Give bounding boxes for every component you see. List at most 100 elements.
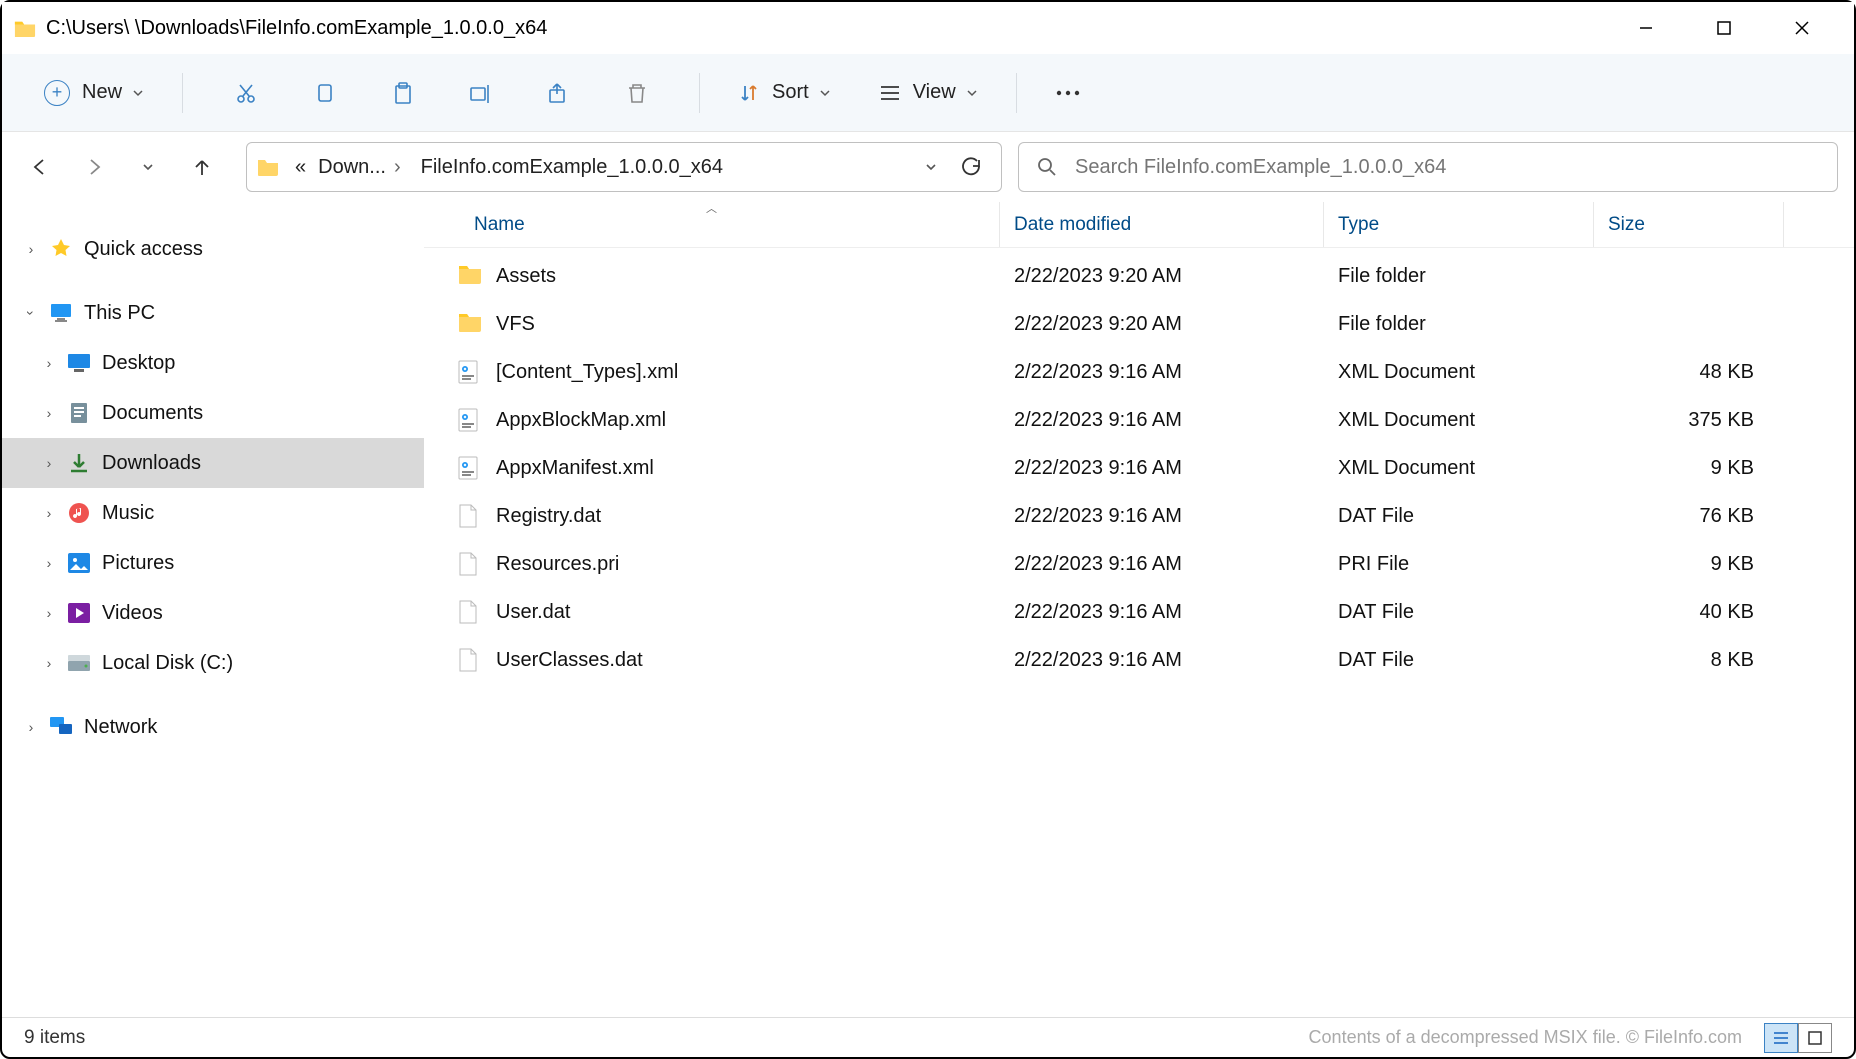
file-date: 2/22/2023 9:16 AM: [1000, 553, 1324, 576]
chevron-down-icon: [966, 87, 978, 99]
sidebar-item-desktop[interactable]: › Desktop: [2, 338, 424, 388]
sidebar-item-local-disk[interactable]: › Local Disk (C:): [2, 638, 424, 688]
file-name: AppxManifest.xml: [496, 457, 654, 480]
minimize-button[interactable]: [1624, 8, 1668, 48]
back-button[interactable]: [20, 147, 60, 187]
view-button[interactable]: View: [865, 71, 992, 115]
file-row[interactable]: VFS2/22/2023 9:20 AMFile folder: [424, 300, 1854, 348]
sidebar-item-label: Desktop: [102, 352, 175, 375]
file-type: File folder: [1324, 265, 1594, 288]
music-icon: [66, 500, 92, 526]
file-date: 2/22/2023 9:16 AM: [1000, 457, 1324, 480]
close-button[interactable]: [1780, 8, 1824, 48]
breadcrumb-parent[interactable]: Down...›: [312, 156, 414, 179]
cut-button[interactable]: [221, 71, 271, 115]
sidebar-item-label: Downloads: [102, 452, 201, 475]
sort-ascending-icon: ︿: [706, 202, 717, 216]
file-row[interactable]: UserClasses.dat2/22/2023 9:16 AMDAT File…: [424, 636, 1854, 684]
chevron-right-icon: ›: [20, 241, 42, 257]
file-row[interactable]: User.dat2/22/2023 9:16 AMDAT File40 KB: [424, 588, 1854, 636]
maximize-button[interactable]: [1702, 8, 1746, 48]
chevron-right-icon: ›: [38, 355, 60, 371]
file-date: 2/22/2023 9:16 AM: [1000, 601, 1324, 624]
folder-icon: [458, 264, 482, 288]
refresh-button[interactable]: [951, 147, 991, 187]
status-bar: 9 items Contents of a decompressed MSIX …: [2, 1017, 1854, 1057]
sidebar: › Quick access › This PC › Desktop › Doc…: [2, 202, 424, 1017]
thumbnails-view-button[interactable]: [1798, 1023, 1832, 1053]
recent-dropdown[interactable]: [128, 147, 168, 187]
file-row[interactable]: AppxBlockMap.xml2/22/2023 9:16 AMXML Doc…: [424, 396, 1854, 444]
chevron-right-icon: ›: [38, 405, 60, 421]
column-header-size[interactable]: Size: [1594, 202, 1784, 247]
monitor-icon: [48, 300, 74, 326]
file-date: 2/22/2023 9:20 AM: [1000, 265, 1324, 288]
share-button[interactable]: [533, 71, 583, 115]
address-bar[interactable]: « Down...› FileInfo.comExample_1.0.0.0_x…: [246, 142, 1002, 192]
sidebar-item-videos[interactable]: › Videos: [2, 588, 424, 638]
column-label: Name: [474, 214, 525, 236]
file-row[interactable]: [Content_Types].xml2/22/2023 9:16 AMXML …: [424, 348, 1854, 396]
rename-button[interactable]: [455, 71, 505, 115]
file-size: 48 KB: [1594, 361, 1784, 384]
title-bar: C:\Users\ \Downloads\FileInfo.comExample…: [2, 2, 1854, 54]
sidebar-quick-access[interactable]: › Quick access: [2, 224, 424, 274]
search-box[interactable]: [1018, 142, 1838, 192]
sidebar-network[interactable]: › Network: [2, 702, 424, 752]
address-dropdown[interactable]: [911, 147, 951, 187]
file-name: Resources.pri: [496, 553, 619, 576]
details-view-button[interactable]: [1764, 1023, 1798, 1053]
toolbar: + New Sort View: [2, 54, 1854, 132]
sidebar-this-pc[interactable]: › This PC: [2, 288, 424, 338]
sidebar-item-downloads[interactable]: › Downloads: [2, 438, 424, 488]
file-row[interactable]: Registry.dat2/22/2023 9:16 AMDAT File76 …: [424, 492, 1854, 540]
chevron-right-icon: ›: [38, 555, 60, 571]
forward-button[interactable]: [74, 147, 114, 187]
file-row[interactable]: Assets2/22/2023 9:20 AMFile folder: [424, 252, 1854, 300]
search-icon: [1037, 157, 1057, 177]
file-type: XML Document: [1324, 457, 1594, 480]
file-icon: [458, 552, 482, 576]
sidebar-item-pictures[interactable]: › Pictures: [2, 538, 424, 588]
window-controls: [1624, 8, 1842, 48]
file-row[interactable]: Resources.pri2/22/2023 9:16 AMPRI File9 …: [424, 540, 1854, 588]
drive-icon: [66, 650, 92, 676]
file-size: 375 KB: [1594, 409, 1784, 432]
column-header-date[interactable]: Date modified: [1000, 202, 1324, 247]
file-date: 2/22/2023 9:16 AM: [1000, 409, 1324, 432]
toolbar-separator: [182, 73, 183, 113]
column-header-name[interactable]: Name ︿: [424, 202, 1000, 247]
sidebar-item-label: Videos: [102, 602, 163, 625]
folder-icon: [458, 312, 482, 336]
copy-button[interactable]: [299, 71, 349, 115]
delete-button[interactable]: [611, 71, 661, 115]
sidebar-item-label: Quick access: [84, 238, 203, 261]
sort-button[interactable]: Sort: [724, 71, 845, 115]
file-type: File folder: [1324, 313, 1594, 336]
chevron-down-icon: ›: [23, 302, 39, 324]
view-label: View: [913, 81, 956, 104]
sidebar-item-music[interactable]: › Music: [2, 488, 424, 538]
chevron-right-icon: ›: [38, 505, 60, 521]
xml-icon: [458, 408, 482, 432]
chevron-right-icon: ›: [38, 655, 60, 671]
toolbar-separator: [1016, 73, 1017, 113]
breadcrumb-current[interactable]: FileInfo.comExample_1.0.0.0_x64: [415, 156, 729, 179]
file-type: DAT File: [1324, 649, 1594, 672]
more-button[interactable]: [1041, 71, 1095, 115]
file-size: 9 KB: [1594, 457, 1784, 480]
file-row[interactable]: AppxManifest.xml 2/22/2023 9:16 AMXML Doc…: [424, 444, 1854, 492]
breadcrumb-ellipsis[interactable]: «: [289, 156, 312, 179]
column-header-type[interactable]: Type: [1324, 202, 1594, 247]
chevron-down-icon: [132, 87, 144, 99]
file-size: 40 KB: [1594, 601, 1784, 624]
paste-button[interactable]: [377, 71, 427, 115]
up-button[interactable]: [182, 147, 222, 187]
folder-icon: [257, 158, 279, 176]
new-button[interactable]: + New: [30, 71, 158, 115]
sidebar-item-label: Pictures: [102, 552, 174, 575]
sidebar-item-label: Local Disk (C:): [102, 652, 233, 675]
pictures-icon: [66, 550, 92, 576]
sidebar-item-documents[interactable]: › Documents: [2, 388, 424, 438]
search-input[interactable]: [1075, 156, 1819, 179]
